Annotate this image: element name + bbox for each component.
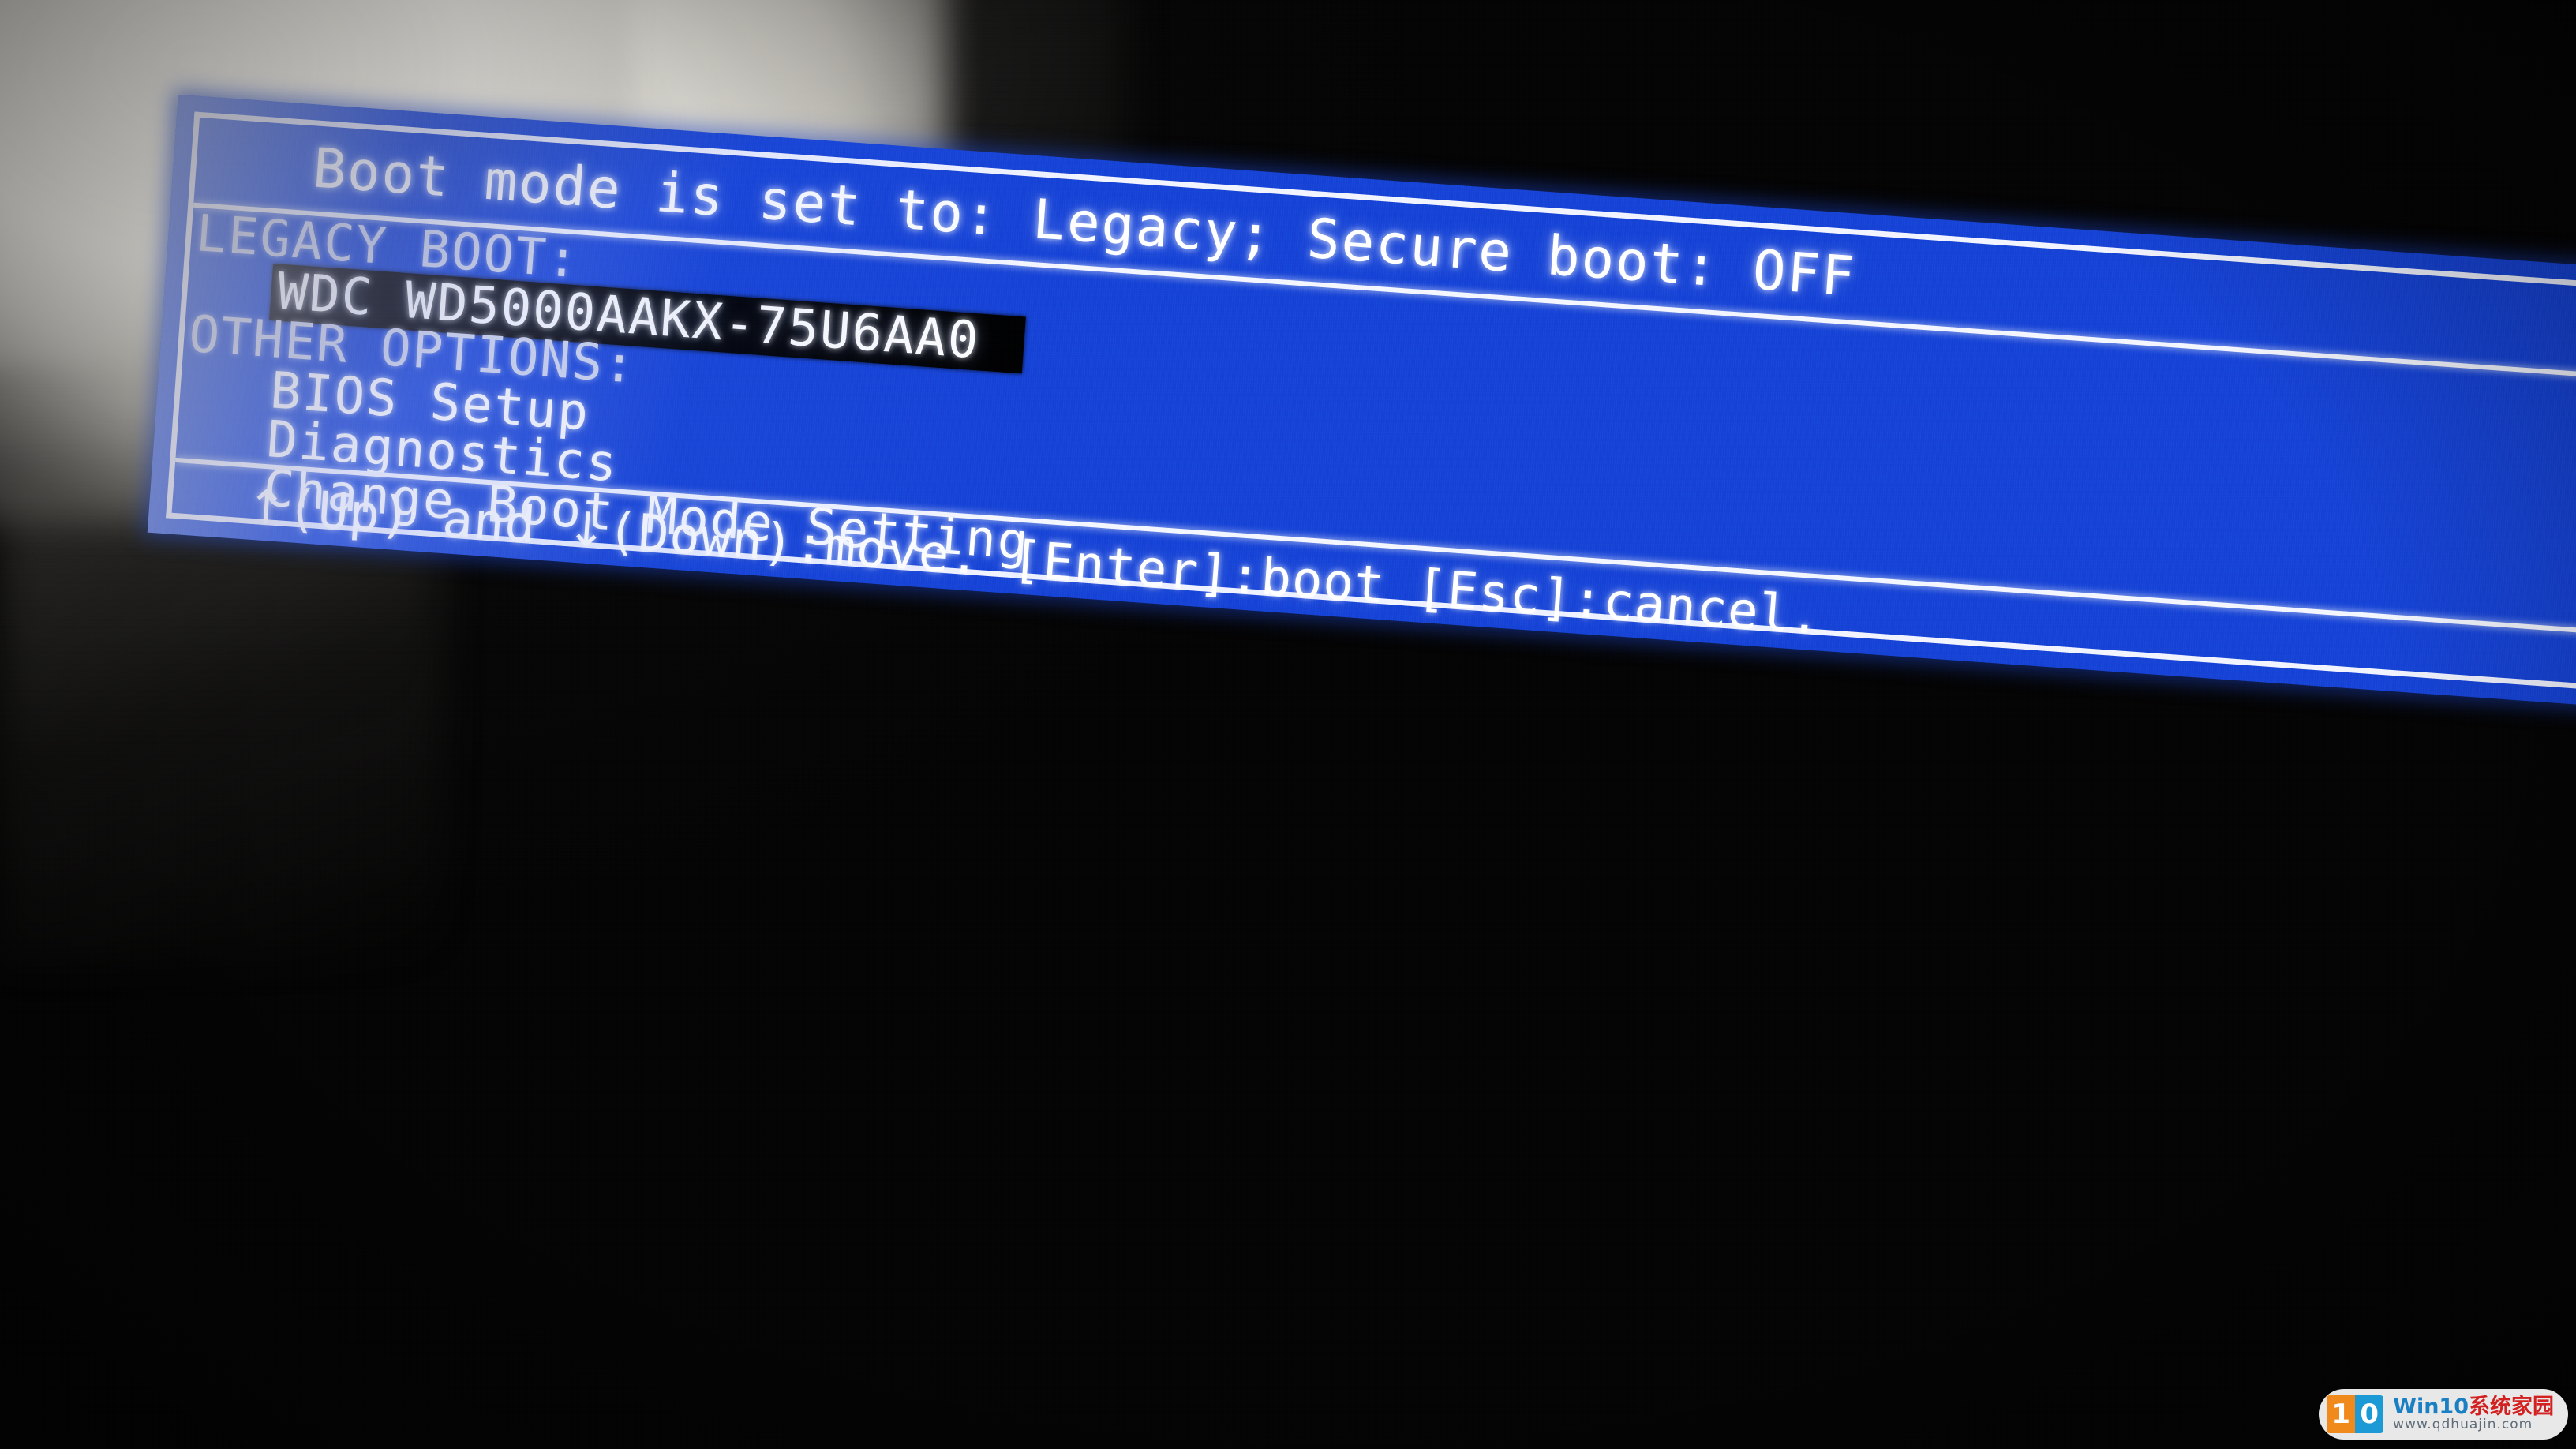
arrow-down-icon: ↓: [564, 501, 610, 560]
logo-digit-one: 1: [2327, 1395, 2356, 1433]
watermark-url: www.qdhuajin.com: [2393, 1417, 2533, 1433]
monitor-bezel-shadow: [0, 489, 442, 963]
key-help-up-text: (Up) and: [285, 479, 570, 558]
win10-logo-icon: 1 0: [2327, 1395, 2384, 1433]
watermark-title-primary: Win10: [2393, 1394, 2469, 1419]
site-watermark: 1 0 Win10系统家园 www.qdhuajin.com: [2319, 1389, 2568, 1440]
watermark-title: Win10系统家园: [2393, 1394, 2554, 1419]
arrow-up-icon: ↑: [244, 478, 290, 537]
photo-canvas: Boot mode is set to: Legacy; Secure boot…: [0, 0, 2576, 1449]
logo-digit-zero: 0: [2355, 1395, 2384, 1433]
watermark-title-secondary: 系统家园: [2469, 1394, 2554, 1419]
watermark-text-block: Win10系统家园 www.qdhuajin.com: [2393, 1394, 2554, 1433]
